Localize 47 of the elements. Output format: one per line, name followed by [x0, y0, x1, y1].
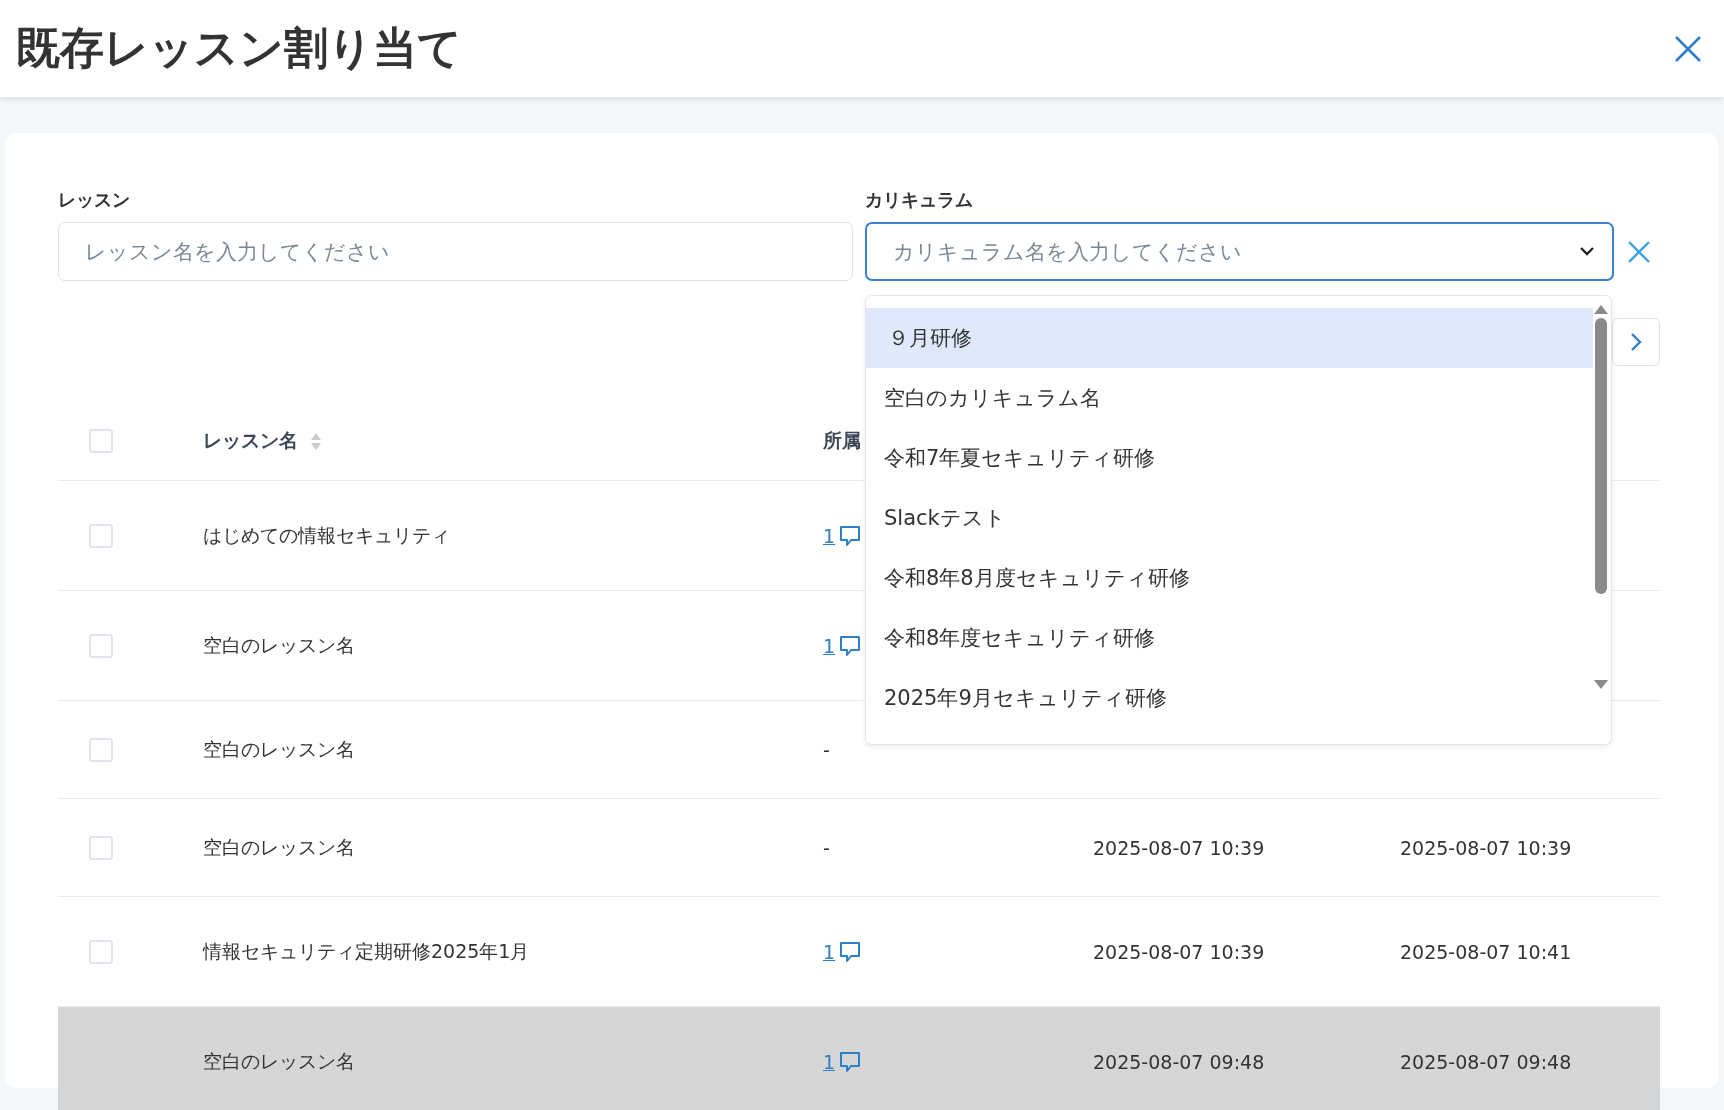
table-cell: -	[823, 836, 830, 859]
comment-icon	[839, 524, 862, 547]
checkbox[interactable]	[89, 737, 113, 762]
table-cell: 2025-08-07 10:39	[1093, 940, 1265, 963]
comment-icon	[839, 940, 862, 963]
dropdown-option[interactable]: Slackテスト	[866, 488, 1593, 548]
dropdown-option[interactable]: ９月研修	[866, 308, 1593, 368]
dropdown-option[interactable]: 2025年9月セキュリティ研修	[866, 668, 1593, 728]
next-page-button[interactable]	[1612, 318, 1660, 366]
table-cell-text: 空白のレッスン名	[203, 1048, 355, 1074]
chevron-right-icon	[1630, 332, 1642, 352]
sort-icon	[310, 431, 322, 451]
table-cell: 2025-08-07 09:48	[1400, 1050, 1572, 1073]
count-link[interactable]: 1	[823, 634, 836, 657]
dropdown-option[interactable]: 令和7年夏セキュリティ研修	[866, 428, 1593, 488]
dropdown-option[interactable]: 令和8年8月度セキュリティ研修	[866, 548, 1593, 608]
table-cell: 2025-08-07 10:39	[1093, 836, 1265, 859]
field-label: レッスン	[58, 188, 131, 212]
table-cell-text: はじめての情報セキュリティ	[203, 522, 450, 548]
table-cell-text: 空白のレッスン名	[203, 632, 355, 658]
table-cell-text: 空白のレッスン名	[203, 736, 355, 762]
table-cell: -	[823, 738, 830, 761]
count-link[interactable]: 1	[823, 940, 836, 963]
comment-icon	[839, 1050, 862, 1073]
lesson-search-field[interactable]: レッスン名を入力してください	[58, 222, 853, 281]
curriculum-select-field[interactable]: カリキュラム名を入力してください	[865, 222, 1614, 281]
checkbox[interactable]	[89, 429, 113, 453]
checkbox[interactable]	[89, 523, 113, 548]
table-cell-text: 空白のレッスン名	[203, 834, 355, 860]
checkbox[interactable]	[89, 835, 113, 860]
column-header[interactable]: 所属	[823, 428, 861, 454]
clear-icon[interactable]	[1628, 240, 1650, 263]
count-link[interactable]: 1	[823, 524, 836, 547]
checkbox[interactable]	[89, 633, 113, 658]
table-cell: 2025-08-07 09:48	[1093, 1050, 1265, 1073]
close-icon[interactable]	[1675, 35, 1701, 62]
table-cell: 2025-08-07 10:41	[1400, 940, 1572, 963]
comment-icon	[839, 634, 862, 657]
dialog-title: 既存レッスン割り当て	[16, 21, 462, 75]
chevron-down-icon	[1580, 247, 1594, 256]
dropdown-option[interactable]: 令和8年度セキュリティ研修	[866, 608, 1593, 668]
table-cell: 2025-08-07 10:39	[1400, 836, 1572, 859]
column-header[interactable]: レッスン名	[203, 428, 322, 454]
table-cell-text: 情報セキュリティ定期研修2025年1月	[203, 938, 530, 964]
field-label: カリキュラム	[865, 188, 974, 212]
checkbox[interactable]	[89, 939, 113, 964]
dropdown-option[interactable]: 空白のカリキュラム名	[866, 368, 1593, 428]
